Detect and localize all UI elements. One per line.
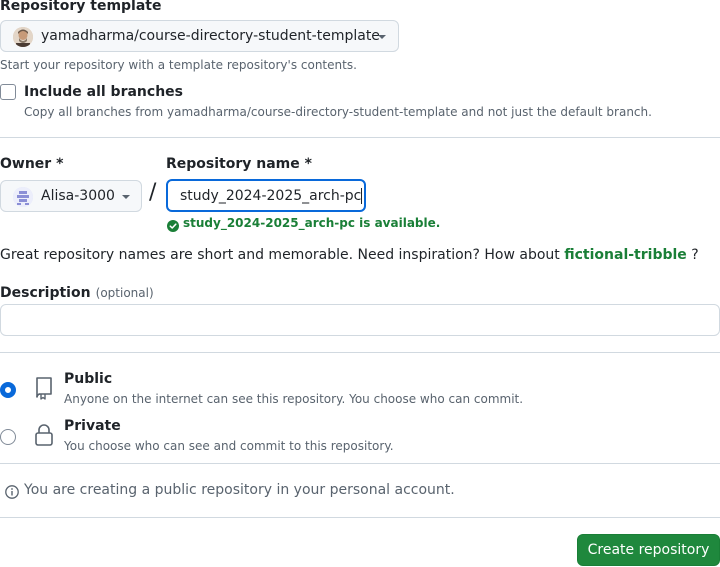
description-input[interactable] (0, 304, 720, 336)
visibility-public-label[interactable]: Public (64, 371, 112, 387)
chevron-down-icon (122, 195, 130, 199)
check-circle-icon (167, 217, 179, 232)
description-label-row: Description (optional) (0, 282, 154, 301)
divider (0, 463, 720, 464)
owner-repo-separator: / (149, 180, 157, 205)
divider (0, 352, 720, 353)
repo-name-value: study_2024-2025_arch-pc (180, 187, 362, 204)
owner-select-button[interactable]: Alisa-3000 (0, 180, 142, 212)
inspiration-text: Great repository names are short and mem… (0, 247, 560, 263)
owner-avatar (13, 187, 33, 207)
owner-label: Owner * (0, 156, 64, 172)
repo-icon (34, 376, 54, 400)
template-owner-avatar (13, 27, 33, 47)
lock-icon (34, 423, 54, 447)
repo-name-label: Repository name * (166, 156, 312, 172)
include-branches-label[interactable]: Include all branches (24, 84, 183, 100)
description-label: Description (0, 285, 91, 301)
description-optional: (optional) (95, 286, 154, 300)
inspiration-line: Great repository names are short and mem… (0, 247, 699, 263)
template-selected-text: yamadharma/course-directory-student-temp… (41, 28, 380, 44)
repo-name-status: study_2024-2025_arch-pc is available. (183, 216, 441, 230)
visibility-public-hint: Anyone on the internet can see this repo… (64, 392, 524, 406)
template-label: Repository template (0, 0, 162, 14)
divider (0, 137, 720, 138)
text-cursor (361, 187, 363, 204)
include-branches-checkbox[interactable] (0, 84, 16, 100)
visibility-public-radio[interactable] (0, 382, 16, 398)
include-branches-hint: Copy all branches from yamadharma/course… (24, 105, 652, 119)
visibility-private-radio[interactable] (0, 429, 16, 445)
template-hint: Start your repository with a template re… (0, 58, 357, 72)
inspiration-tail: ? (691, 247, 699, 263)
divider (0, 517, 720, 518)
create-repository-button[interactable]: Create repository (577, 534, 720, 566)
suggestion-link[interactable]: fictional-tribble (564, 247, 687, 263)
visibility-private-label[interactable]: Private (64, 418, 121, 434)
repo-name-input[interactable]: study_2024-2025_arch-pc (166, 179, 366, 212)
visibility-notice: You are creating a public repository in … (24, 482, 455, 498)
owner-selected-text: Alisa-3000 (41, 188, 115, 204)
template-select-button[interactable]: yamadharma/course-directory-student-temp… (0, 20, 399, 52)
info-icon (5, 484, 19, 499)
visibility-private-hint: You choose who can see and commit to thi… (64, 439, 394, 453)
chevron-down-icon (378, 35, 386, 39)
